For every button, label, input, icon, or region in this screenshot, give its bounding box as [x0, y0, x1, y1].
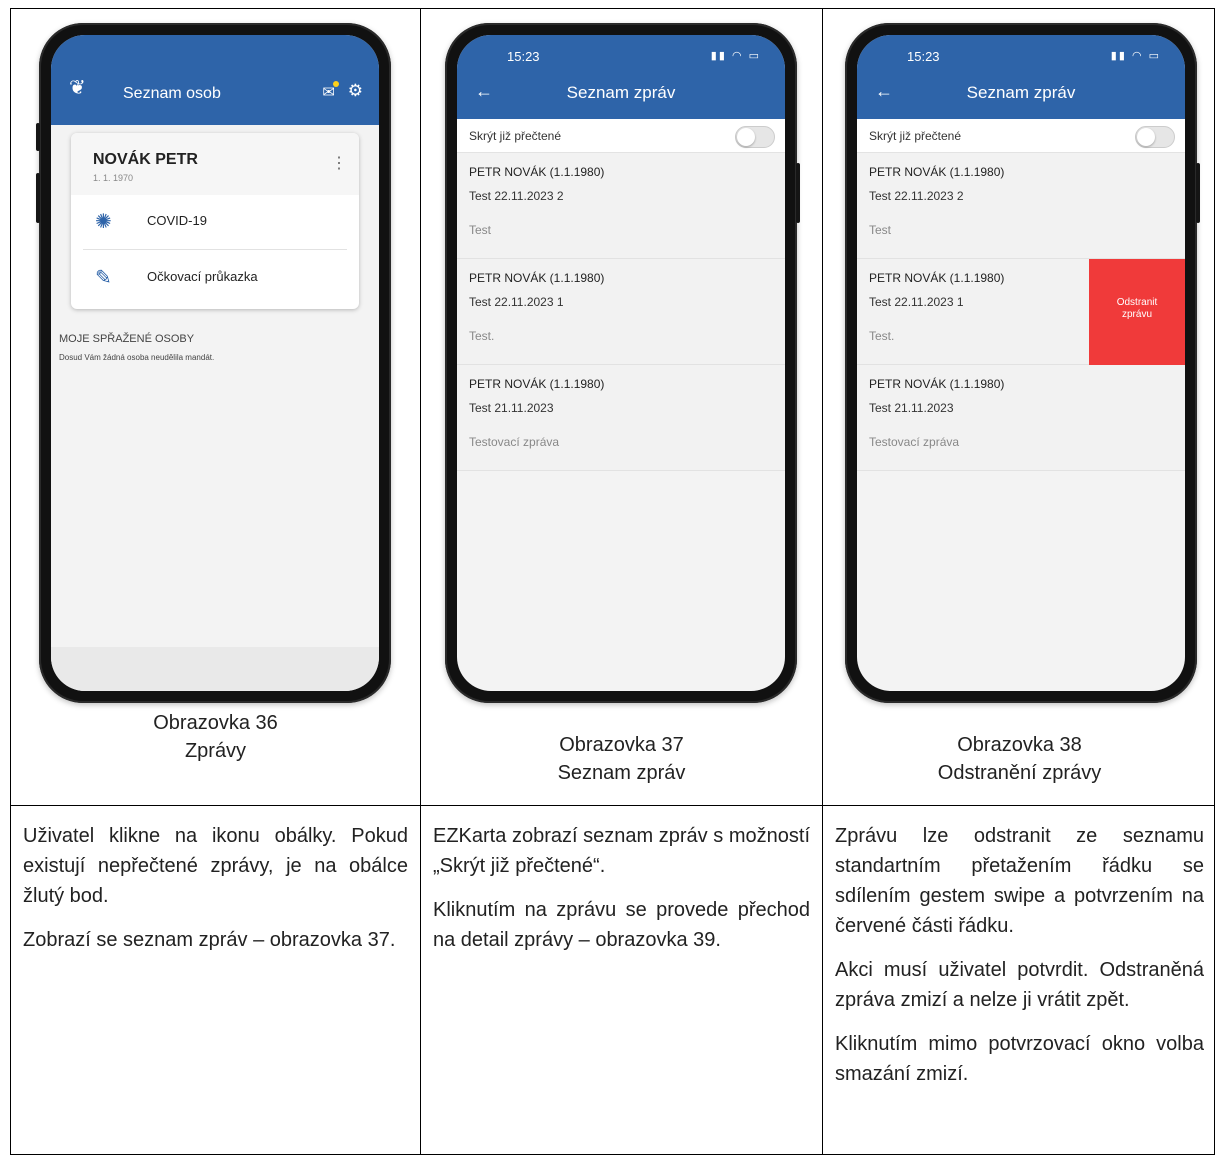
message-row[interactable]: PETR NOVÁK (1.1.1980) Test 22.11.2023 2 …	[857, 153, 1185, 259]
message-subject: Test 22.11.2023 1	[469, 295, 564, 309]
app-bar: 15:23 ▮▮ ◠ ▭ ← Seznam zpráv	[457, 35, 785, 119]
app-title: Seznam zpráv	[566, 83, 676, 102]
app-bar: ❦ Seznam osob ✉ ⚙	[51, 35, 379, 125]
message-sender: PETR NOVÁK (1.1.1980)	[469, 271, 605, 285]
status-bar: 15:23 ▮▮ ◠ ▭	[907, 49, 1161, 67]
phone-frame: 15:23 ▮▮ ◠ ▭ ← Seznam zpráv Skrýt již př…	[445, 23, 800, 703]
description-paragraph: Kliknutím na zprávu se provede přechod n…	[433, 899, 810, 951]
message-sender: PETR NOVÁK (1.1.1980)	[869, 271, 1005, 285]
message-body: Test	[469, 223, 492, 237]
delete-label-line2: zprávu	[1121, 309, 1152, 320]
screen-caption: Obrazovka 36 Zprávy	[11, 709, 420, 765]
card-item-vaccination[interactable]: ✎ Očkovací průkazka	[83, 251, 347, 305]
person-birthdate: 1. 1. 1970	[93, 173, 134, 183]
description-36: Uživatel klikne na ikonu obálky. Pokud e…	[11, 806, 420, 1156]
signal-wifi-battery-icon: ▮▮ ◠ ▭	[1110, 50, 1161, 62]
message-sender: PETR NOVÁK (1.1.1980)	[469, 165, 605, 179]
delete-label-line1: Odstranit	[1116, 297, 1158, 308]
description-paragraph: EZKarta zobrazí seznam zpráv s možností …	[433, 825, 810, 877]
screen-caption: Obrazovka 37 Seznam zpráv	[421, 731, 822, 787]
message-body: Testovací zpráva	[469, 435, 560, 449]
phone-screen: 15:23 ▮▮ ◠ ▭ ← Seznam zpráv Skrýt již př…	[457, 35, 785, 691]
virus-icon: ✺	[95, 211, 112, 233]
linked-persons-heading: MOJE SPŘAŽENÉ OSOBY	[59, 333, 195, 345]
message-subject: Test 22.11.2023 1	[869, 295, 964, 309]
message-subject: Test 22.11.2023 2	[469, 189, 564, 203]
phone-frame: ❦ Seznam osob ✉ ⚙ NOVÁK PETR 1. 1. 1970 …	[36, 23, 391, 703]
phone-screen: ❦ Seznam osob ✉ ⚙ NOVÁK PETR 1. 1. 1970 …	[51, 35, 379, 691]
card-item-covid[interactable]: ✺ COVID-19	[83, 195, 347, 249]
message-row-swiped[interactable]: PETR NOVÁK (1.1.1980) Test 22.11.2023 1 …	[857, 259, 1185, 365]
hide-read-label: Skrýt již přečtené	[469, 129, 562, 143]
message-subject: Test 22.11.2023 2	[869, 189, 964, 203]
card-item-label: COVID-19	[147, 213, 207, 228]
phone-screen: 15:23 ▮▮ ◠ ▭ ← Seznam zpráv Skrýt již př…	[857, 35, 1185, 691]
kebab-menu-icon[interactable]: ⋮	[331, 153, 347, 173]
lion-crest-icon: ❦	[69, 77, 86, 99]
status-time: 15:23	[507, 49, 540, 64]
description-paragraph: Kliknutím mimo potvrzovací okno volba sm…	[835, 1033, 1204, 1085]
message-subject: Test 21.11.2023	[869, 401, 954, 415]
delete-message-button[interactable]: Odstranit zprávu	[1089, 259, 1185, 365]
description-38: Zprávu lze odstranit ze seznamu standart…	[823, 806, 1216, 1156]
signal-wifi-battery-icon: ▮▮ ◠ ▭	[710, 50, 761, 62]
caption-title: Odstranění zprávy	[937, 762, 1102, 784]
caption-title: Seznam zpráv	[557, 762, 686, 784]
divider	[83, 249, 347, 250]
envelope-icon[interactable]: ✉	[322, 81, 339, 101]
syringe-icon: ✎	[95, 267, 112, 289]
message-sender: PETR NOVÁK (1.1.1980)	[869, 165, 1005, 179]
linked-persons-text: Dosud Vám žádná osoba neudělila mandát.	[59, 353, 215, 362]
unread-dot	[333, 81, 339, 87]
caption-number: Obrazovka 38	[957, 734, 1082, 756]
message-row[interactable]: PETR NOVÁK (1.1.1980) Test 21.11.2023 Te…	[457, 365, 785, 471]
hide-read-label: Skrýt již přečtené	[869, 129, 962, 143]
message-body: Test	[869, 223, 892, 237]
description-paragraph: Akci musí uživatel potvrdit. Odstraněná …	[835, 959, 1204, 1011]
hide-read-toggle[interactable]	[735, 126, 775, 148]
document-table: ❦ Seznam osob ✉ ⚙ NOVÁK PETR 1. 1. 1970 …	[10, 8, 1215, 1155]
description-paragraph: Uživatel klikne na ikonu obálky. Pokud e…	[23, 825, 408, 907]
screen-36-cell: ❦ Seznam osob ✉ ⚙ NOVÁK PETR 1. 1. 1970 …	[11, 9, 420, 805]
status-bar: 15:23 ▮▮ ◠ ▭	[507, 49, 761, 67]
hide-read-toggle[interactable]	[1135, 126, 1175, 148]
card-item-label: Očkovací průkazka	[147, 269, 258, 284]
message-body: Testovací zpráva	[869, 435, 960, 449]
screen-38-cell: 15:23 ▮▮ ◠ ▭ ← Seznam zpráv Skrýt již př…	[823, 9, 1216, 805]
hide-read-row: Skrýt již přečtené	[857, 119, 1185, 153]
message-row[interactable]: PETR NOVÁK (1.1.1980) Test 22.11.2023 2 …	[457, 153, 785, 259]
message-sender: PETR NOVÁK (1.1.1980)	[469, 377, 605, 391]
message-body: Test.	[469, 329, 495, 343]
description-37: EZKarta zobrazí seznam zpráv s možností …	[421, 806, 822, 1156]
message-sender: PETR NOVÁK (1.1.1980)	[869, 377, 1005, 391]
description-paragraph: Zprávu lze odstranit ze seznamu standart…	[835, 825, 1204, 937]
caption-title: Zprávy	[184, 740, 247, 762]
app-title: Seznam zpráv	[966, 83, 1076, 102]
message-row[interactable]: PETR NOVÁK (1.1.1980) Test 21.11.2023 Te…	[857, 365, 1185, 471]
person-name: NOVÁK PETR	[93, 151, 198, 168]
gear-icon[interactable]: ⚙	[348, 81, 363, 101]
screen-37-cell: 15:23 ▮▮ ◠ ▭ ← Seznam zpráv Skrýt již př…	[421, 9, 822, 805]
phone-frame: 15:23 ▮▮ ◠ ▭ ← Seznam zpráv Skrýt již př…	[845, 23, 1200, 703]
message-body: Test.	[869, 329, 895, 343]
message-row[interactable]: PETR NOVÁK (1.1.1980) Test 22.11.2023 1 …	[457, 259, 785, 365]
person-card: NOVÁK PETR 1. 1. 1970 ⋮ ✺ COVID-19 ✎ Očk…	[71, 133, 359, 309]
caption-number: Obrazovka 36	[153, 712, 278, 734]
app-bar: 15:23 ▮▮ ◠ ▭ ← Seznam zpráv	[857, 35, 1185, 119]
app-title: Seznam osob	[123, 85, 221, 102]
person-card-header[interactable]: NOVÁK PETR 1. 1. 1970 ⋮	[71, 133, 359, 195]
bottom-bar	[51, 647, 379, 691]
description-paragraph: Zobrazí se seznam zpráv – obrazovka 37.	[23, 929, 396, 951]
status-time: 15:23	[907, 49, 940, 64]
hide-read-row: Skrýt již přečtené	[457, 119, 785, 153]
message-subject: Test 21.11.2023	[469, 401, 554, 415]
caption-number: Obrazovka 37	[559, 734, 684, 756]
screen-caption: Obrazovka 38 Odstranění zprávy	[823, 731, 1216, 787]
